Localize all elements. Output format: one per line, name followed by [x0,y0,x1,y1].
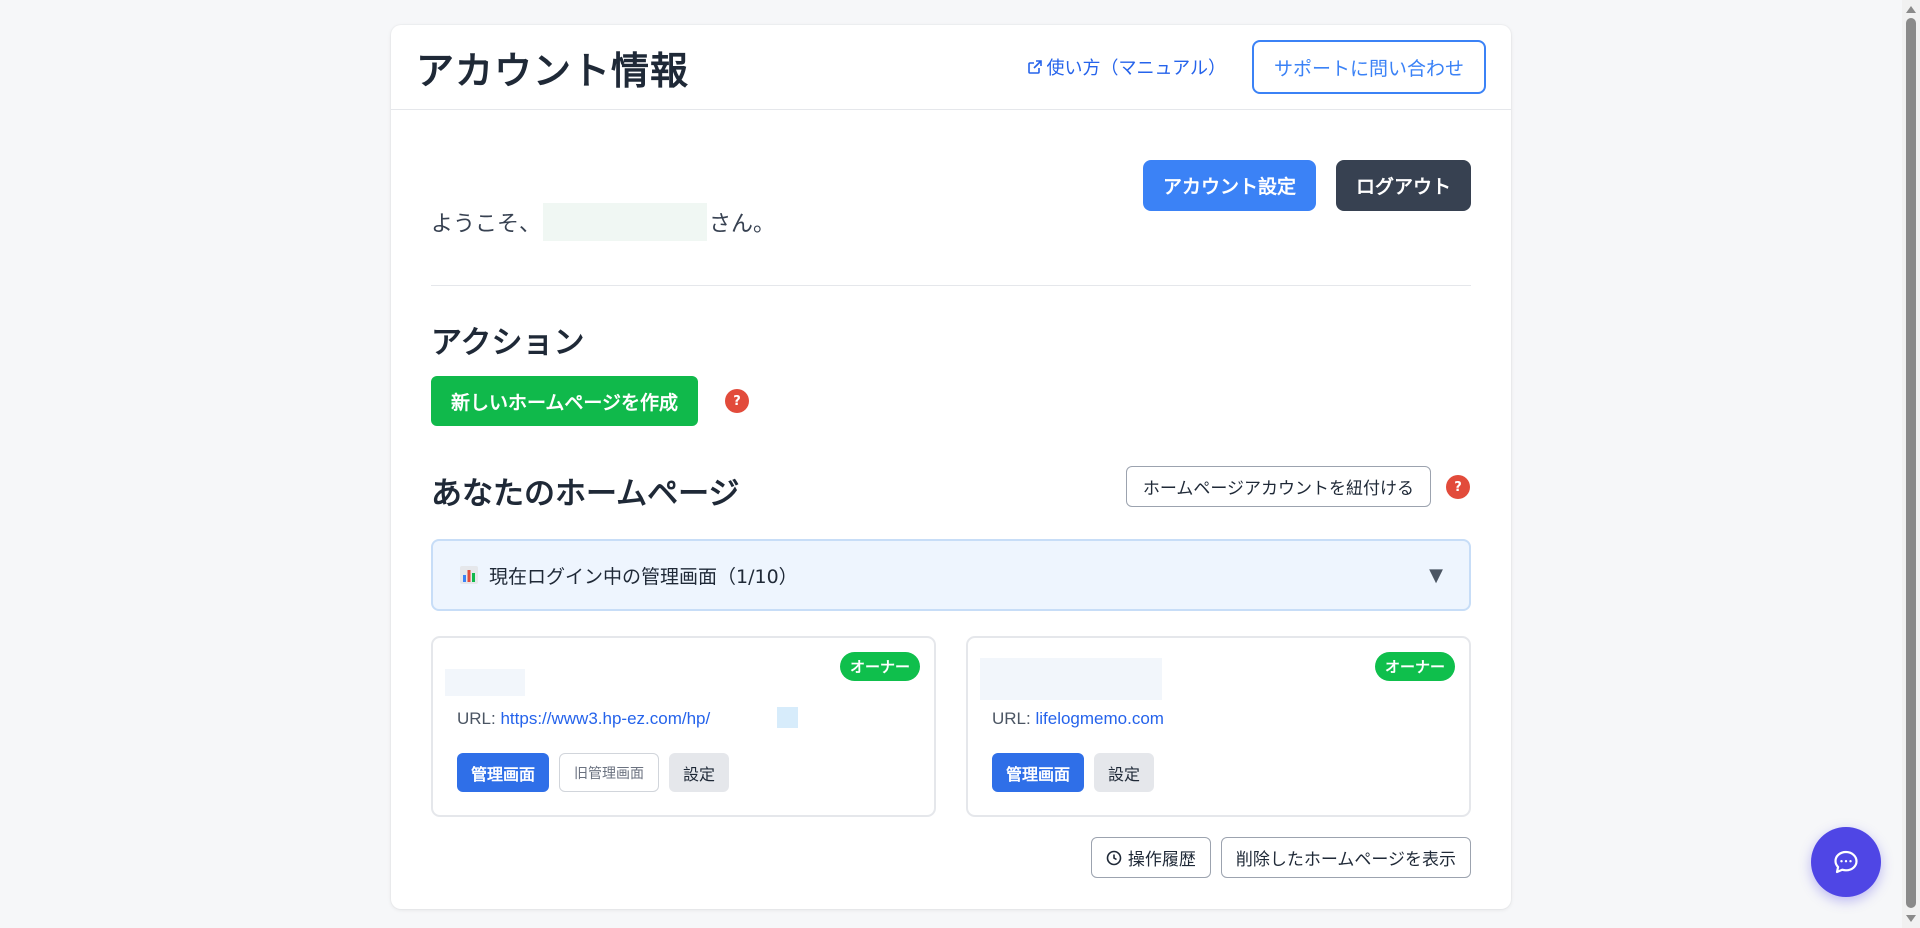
redacted-url-part [777,707,798,728]
chat-bubble-icon [1834,850,1858,874]
actions-title: アクション [431,325,585,361]
current-admin-accordion[interactable]: 現在ログイン中の管理画面（1/10） ▼ [431,539,1471,611]
create-help-icon[interactable]: ? [725,389,749,413]
admin-button[interactable]: 管理画面 [992,753,1085,792]
scroll-up-arrow-icon[interactable] [1906,6,1916,13]
welcome-message: ようこそ、 さん。 [431,203,775,241]
site-card: オーナー URL: https://www3.hp-ez.com/hp/ 管理画… [431,636,936,817]
bar-chart-icon [460,566,478,584]
site-settings-button[interactable]: 設定 [1094,753,1155,792]
show-deleted-button[interactable]: 削除したホームページを表示 [1220,837,1471,878]
redacted-site-name [445,669,525,696]
account-button-row: アカウント設定 ログアウト [1142,160,1471,211]
header-actions: 使い方（マニュアル） サポートに問い合わせ [1027,40,1486,94]
welcome-suffix: さん。 [709,212,776,237]
create-homepage-button[interactable]: 新しいホームページを作成 [431,376,699,426]
chevron-down-icon[interactable]: ▼ [1429,565,1443,586]
chat-button[interactable] [1811,827,1881,897]
logout-button[interactable]: ログアウト [1335,160,1471,211]
support-button[interactable]: サポートに問い合わせ [1251,40,1486,94]
scrollbar[interactable] [1902,0,1920,928]
site-card-buttons: 管理画面 旧管理画面 設定 [457,753,730,792]
manual-link-label: 使い方（マニュアル） [1046,58,1226,79]
owner-badge: オーナー [839,652,920,681]
old-admin-button[interactable]: 旧管理画面 [559,753,660,792]
redacted-site-name [980,658,1162,700]
link-account-help-icon[interactable]: ? [1446,475,1470,499]
clock-icon [1106,850,1122,865]
divider [431,285,1471,286]
history-button-label: 操作履歴 [1127,850,1196,870]
welcome-prefix: ようこそ、 [431,212,542,237]
owner-badge: オーナー [1374,652,1455,681]
admin-button[interactable]: 管理画面 [457,753,550,792]
homepages-title: あなたのホームページ [431,476,740,512]
site-url: URL: https://www3.hp-ez.com/hp/ [457,709,710,729]
site-card: オーナー URL: lifelogmemo.com 管理画面 設定 [966,636,1471,817]
account-info-card: アカウント情報 使い方（マニュアル） サポートに問い合わせ アカウント設定 ログ… [391,25,1511,909]
site-url-link[interactable]: lifelogmemo.com [1035,709,1164,728]
site-url-link[interactable]: https://www3.hp-ez.com/hp/ [500,709,710,728]
site-settings-button[interactable]: 設定 [669,753,730,792]
external-link-icon [1027,60,1042,74]
url-label: URL: [457,709,496,728]
site-card-buttons: 管理画面 設定 [992,753,1155,792]
card-header: アカウント情報 使い方（マニュアル） サポートに問い合わせ [391,25,1511,110]
url-label: URL: [992,709,1031,728]
account-settings-button[interactable]: アカウント設定 [1142,160,1316,211]
scroll-down-arrow-icon[interactable] [1906,915,1916,922]
redacted-username [543,203,708,241]
history-button[interactable]: 操作履歴 [1090,837,1211,878]
site-url: URL: lifelogmemo.com [992,709,1164,729]
page-title: アカウント情報 [416,48,690,93]
accordion-label: 現在ログイン中の管理画面（1/10） [489,565,798,588]
link-homepage-account-button[interactable]: ホームページアカウントを紐付ける [1125,466,1431,507]
bottom-buttons: 操作履歴 削除したホームページを表示 [1090,837,1471,878]
scroll-thumb[interactable] [1906,18,1916,908]
manual-link[interactable]: 使い方（マニュアル） [1027,54,1226,80]
